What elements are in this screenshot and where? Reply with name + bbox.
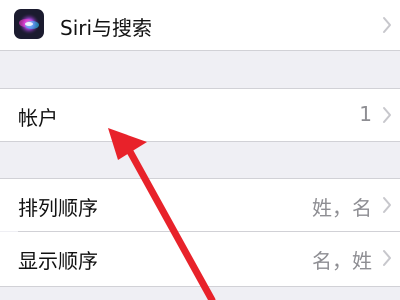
sort-order-label: 排列顺序: [18, 196, 98, 220]
chevron-right-icon: [383, 107, 391, 123]
siri-search-row[interactable]: Siri与搜索: [0, 0, 400, 50]
separator: [0, 141, 400, 142]
accounts-label: 帐户: [18, 106, 58, 130]
chevron-right-icon: [383, 197, 391, 213]
siri-icon: [14, 9, 44, 39]
display-order-label: 显示顺序: [18, 249, 98, 273]
separator: [0, 286, 400, 287]
accounts-row[interactable]: 帐户 1: [0, 89, 400, 141]
chevron-right-icon: [383, 250, 391, 266]
accounts-count: 1: [359, 102, 372, 126]
settings-screen: Siri与搜索 帐户 1 排列顺序 姓，名 显示顺序 名，姓: [0, 0, 400, 300]
display-order-value: 名，姓: [312, 249, 372, 273]
chevron-right-icon: [383, 17, 391, 33]
siri-search-label: Siri与搜索: [60, 16, 153, 40]
sort-order-value: 姓，名: [312, 196, 372, 220]
separator: [0, 50, 400, 51]
sort-order-row[interactable]: 排列顺序 姓，名: [0, 179, 400, 231]
display-order-row[interactable]: 显示顺序 名，姓: [0, 232, 400, 286]
